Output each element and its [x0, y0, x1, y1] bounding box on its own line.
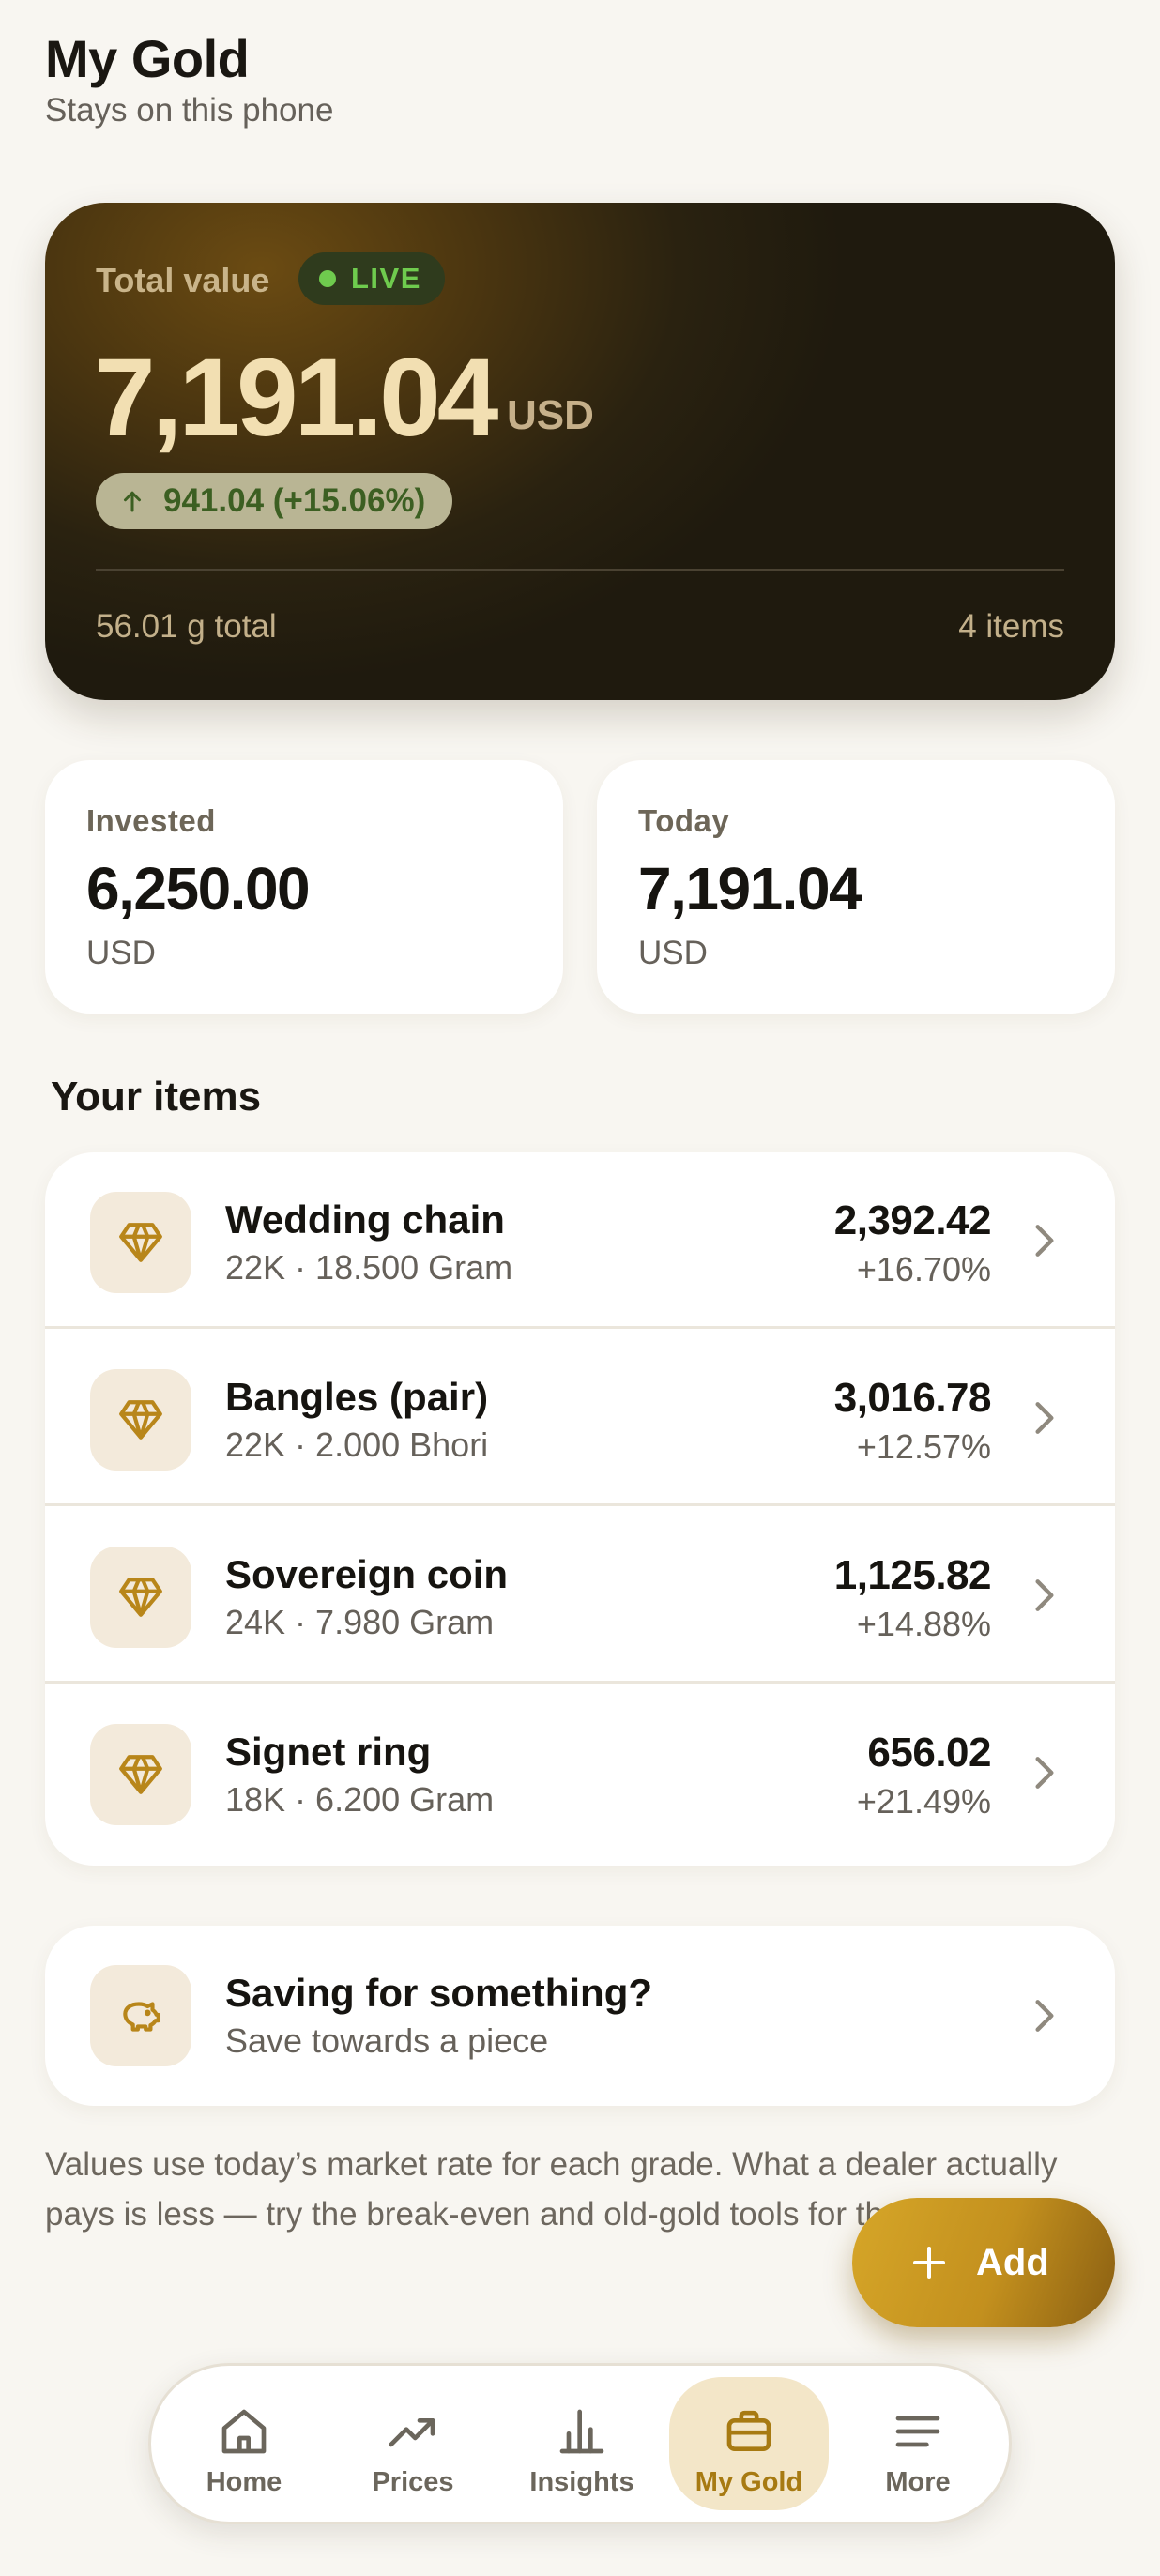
list-item[interactable]: Signet ring 18K · 6.200 Gram 656.02 +21.… [45, 1684, 1115, 1861]
chevron-right-icon [1035, 1402, 1054, 1434]
menu-icon [895, 2416, 940, 2447]
savings-goal-card[interactable]: Saving for something? Save towards a pie… [45, 1926, 1115, 2106]
piggy-icon-box [90, 1965, 191, 2066]
today-value: 7,191.04 [638, 855, 862, 922]
nav-item-home[interactable]: Home [164, 2377, 324, 2510]
invested-value: 6,250.00 [86, 855, 311, 922]
item-name: Sovereign coin [225, 1552, 509, 1596]
item-icon-box [90, 1192, 191, 1293]
list-item[interactable]: Sovereign coin 24K · 7.980 Gram 1,125.82… [45, 1507, 1115, 1684]
home-icon [221, 2409, 267, 2454]
total-value-currency: USD [507, 392, 594, 438]
item-meta: 24K · 7.980 Gram [225, 1603, 495, 1641]
add-item-label: Add [976, 2241, 1049, 2283]
savings-goal-subtitle: Save towards a piece [225, 2021, 549, 2060]
row-divider [45, 1503, 1115, 1506]
item-meta: 18K · 6.200 Gram [225, 1780, 495, 1819]
gem-icon [119, 1400, 162, 1440]
page-title: My Gold [45, 29, 250, 88]
today-label: Today [638, 803, 730, 838]
bottom-navigation: Home Prices Insights My Gold More [148, 2363, 1012, 2524]
invested-label: Invested [86, 803, 216, 838]
nav-label-my-gold: My Gold [694, 2467, 803, 2497]
nav-item-insights[interactable]: Insights [502, 2377, 662, 2510]
list-item[interactable]: Wedding chain 22K · 18.500 Gram 2,392.42… [45, 1152, 1115, 1329]
gain-badge: 941.04 (+15.06%) [96, 473, 452, 529]
row-divider [45, 1681, 1115, 1684]
nav-label-prices: Prices [372, 2467, 454, 2497]
row-divider [45, 1326, 1115, 1329]
today-unit: USD [638, 935, 708, 971]
item-name: Signet ring [225, 1730, 432, 1774]
your-items-heading: Your items [51, 1074, 262, 1120]
hero-divider [96, 569, 1064, 571]
trending-up-icon [389, 2418, 435, 2447]
gem-icon [119, 1223, 162, 1262]
nav-item-my-gold[interactable]: My Gold [669, 2377, 829, 2510]
arrow-up-icon [124, 491, 141, 512]
gain-badge-label: 941.04 (+15.06%) [163, 482, 426, 519]
chevron-right-icon [1035, 1757, 1054, 1789]
app-header: My Gold Stays on this phone [0, 0, 1160, 161]
nav-item-prices[interactable]: Prices [333, 2377, 493, 2510]
total-value-amount: 7,191.04 [94, 336, 498, 460]
live-badge: LIVE [298, 252, 445, 305]
items-list: Wedding chain 22K · 18.500 Gram 2,392.42… [45, 1152, 1115, 1866]
item-name: Bangles (pair) [225, 1375, 489, 1419]
chevron-right-icon [1035, 1225, 1054, 1257]
item-icon-box [90, 1547, 191, 1648]
nav-item-more[interactable]: More [838, 2377, 998, 2510]
list-item[interactable]: Bangles (pair) 22K · 2.000 Bhori 3,016.7… [45, 1330, 1115, 1506]
bar-chart-icon [559, 2409, 604, 2454]
gem-icon [119, 1755, 162, 1794]
item-value: 3,016.78 [833, 1375, 992, 1421]
item-value: 2,392.42 [833, 1197, 992, 1243]
item-count: 4 items [958, 608, 1064, 645]
page-subtitle: Stays on this phone [45, 92, 334, 129]
my-gold-screen: My Gold Stays on this phone Total value … [0, 0, 1160, 2576]
item-change: +14.88% [856, 1605, 991, 1643]
chevron-right-icon [1035, 2000, 1054, 2032]
item-change: +16.70% [856, 1250, 991, 1288]
plus-icon [913, 2247, 945, 2279]
total-value-card: Total value LIVE 7,191.04 USD 941.04 (+1… [45, 203, 1115, 700]
live-badge-label: LIVE [351, 262, 421, 295]
nav-label-home: Home [206, 2467, 282, 2497]
item-change: +21.49% [856, 1782, 991, 1821]
item-name: Wedding chain [225, 1197, 505, 1242]
item-value: 1,125.82 [833, 1552, 992, 1598]
item-change: +12.57% [856, 1427, 991, 1466]
chevron-right-icon [1035, 1579, 1054, 1611]
savings-goal-title: Saving for something? [225, 1971, 653, 2015]
invested-card: Invested 6,250.00 USD [45, 760, 563, 1014]
item-value: 656.02 [867, 1730, 991, 1776]
piggy-bank-icon [123, 2002, 160, 2032]
item-icon-box [90, 1369, 191, 1471]
today-card: Today 7,191.04 USD [597, 760, 1115, 1014]
item-meta: 22K · 2.000 Bhori [225, 1425, 489, 1464]
total-weight: 56.01 g total [96, 608, 277, 645]
nav-label-more: More [885, 2467, 951, 2497]
item-meta: 22K · 18.500 Gram [225, 1248, 513, 1287]
nav-label-insights: Insights [529, 2467, 634, 2497]
add-item-button[interactable]: Add [852, 2198, 1115, 2327]
live-dot-icon [319, 270, 336, 287]
briefcase-icon [726, 2410, 771, 2451]
item-icon-box [90, 1724, 191, 1825]
invested-unit: USD [86, 935, 156, 971]
gem-icon [119, 1578, 162, 1617]
total-value-label: Total value [96, 261, 270, 299]
